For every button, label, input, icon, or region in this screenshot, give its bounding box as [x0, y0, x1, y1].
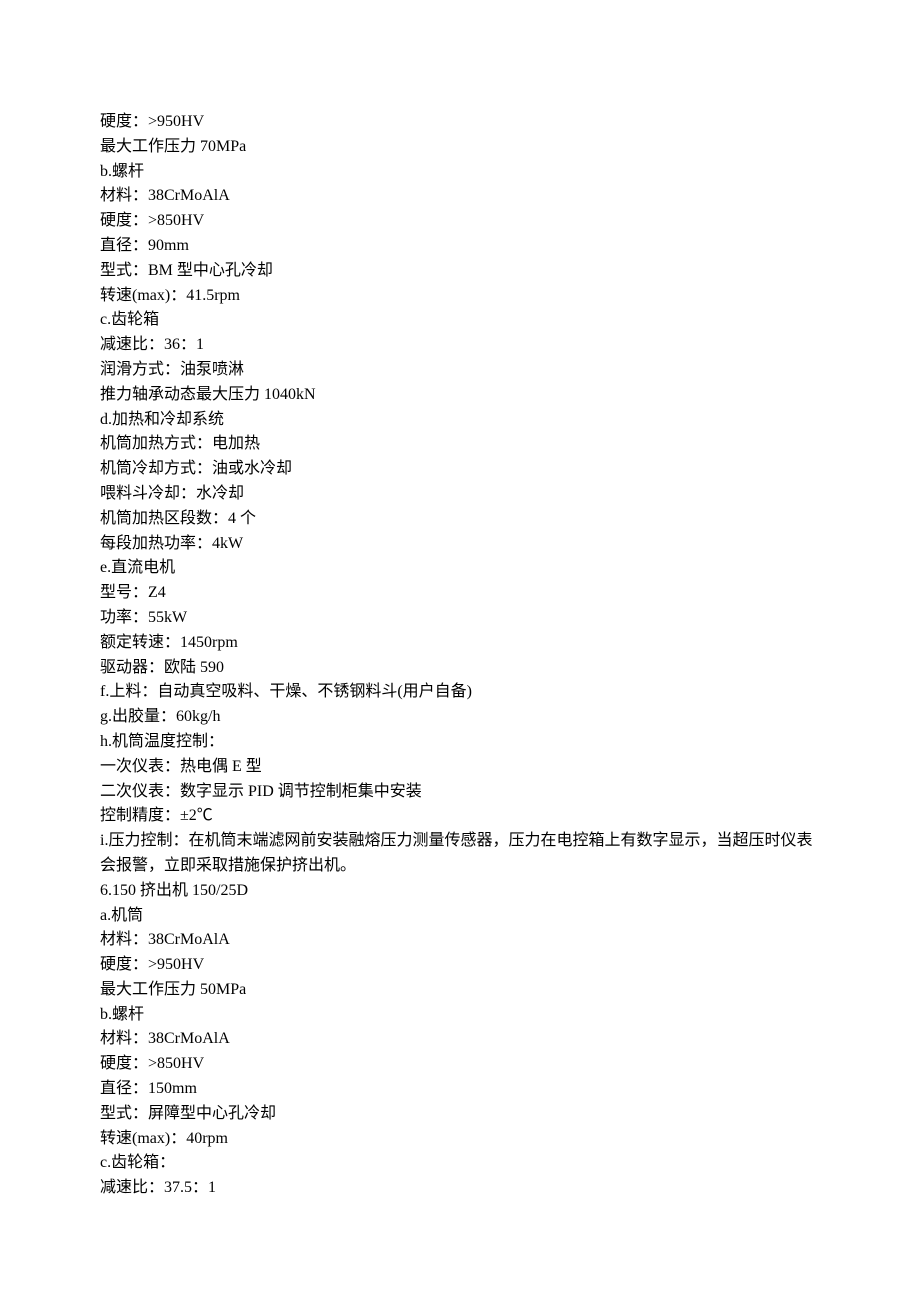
text-line: 驱动器：欧陆 590 — [100, 656, 820, 681]
text-line: f.上料：自动真空吸料、干燥、不锈钢料斗(用户自备) — [100, 680, 820, 705]
text-line: 机筒加热方式：电加热 — [100, 432, 820, 457]
text-line: 型号：Z4 — [100, 581, 820, 606]
text-line: 机筒冷却方式：油或水冷却 — [100, 457, 820, 482]
text-line: g.出胶量：60kg/h — [100, 705, 820, 730]
text-line: c.齿轮箱： — [100, 1151, 820, 1176]
text-line: 材料：38CrMoAlA — [100, 184, 820, 209]
text-line: 直径：150mm — [100, 1077, 820, 1102]
text-line: 推力轴承动态最大压力 1040kN — [100, 383, 820, 408]
text-line: d.加热和冷却系统 — [100, 408, 820, 433]
text-line: 每段加热功率：4kW — [100, 532, 820, 557]
text-line: 硬度：>950HV — [100, 953, 820, 978]
text-line: 润滑方式：油泵喷淋 — [100, 358, 820, 383]
text-line: h.机筒温度控制： — [100, 730, 820, 755]
text-line: e.直流电机 — [100, 556, 820, 581]
text-line: 额定转速：1450rpm — [100, 631, 820, 656]
text-line: 硬度：>850HV — [100, 209, 820, 234]
text-line: 硬度：>950HV — [100, 110, 820, 135]
text-line: 材料：38CrMoAlA — [100, 1027, 820, 1052]
text-line: 二次仪表：数字显示 PID 调节控制柜集中安装 — [100, 780, 820, 805]
text-line: 喂料斗冷却：水冷却 — [100, 482, 820, 507]
text-line: 控制精度：±2℃ — [100, 804, 820, 829]
text-line: 转速(max)：40rpm — [100, 1127, 820, 1152]
text-line: 功率：55kW — [100, 606, 820, 631]
text-line: b.螺杆 — [100, 1003, 820, 1028]
text-line: 型式：BM 型中心孔冷却 — [100, 259, 820, 284]
text-line: a.机筒 — [100, 904, 820, 929]
text-line: 机筒加热区段数：4 个 — [100, 507, 820, 532]
text-line: 最大工作压力 50MPa — [100, 978, 820, 1003]
text-line: 直径：90mm — [100, 234, 820, 259]
text-line: 型式：屏障型中心孔冷却 — [100, 1102, 820, 1127]
text-line: 减速比：37.5：1 — [100, 1176, 820, 1201]
text-line: i.压力控制：在机筒末端滤网前安装融熔压力测量传感器，压力在电控箱上有数字显示，… — [100, 829, 820, 879]
text-line: 硬度：>850HV — [100, 1052, 820, 1077]
text-line: 6.150 挤出机 150/25D — [100, 879, 820, 904]
text-line: 材料：38CrMoAlA — [100, 928, 820, 953]
text-line: 减速比：36：1 — [100, 333, 820, 358]
text-line: 转速(max)：41.5rpm — [100, 284, 820, 309]
text-line: 一次仪表：热电偶 E 型 — [100, 755, 820, 780]
text-line: c.齿轮箱 — [100, 308, 820, 333]
document-body: 硬度：>950HV最大工作压力 70MPab.螺杆材料：38CrMoAlA硬度：… — [100, 110, 820, 1201]
text-line: b.螺杆 — [100, 160, 820, 185]
text-line: 最大工作压力 70MPa — [100, 135, 820, 160]
